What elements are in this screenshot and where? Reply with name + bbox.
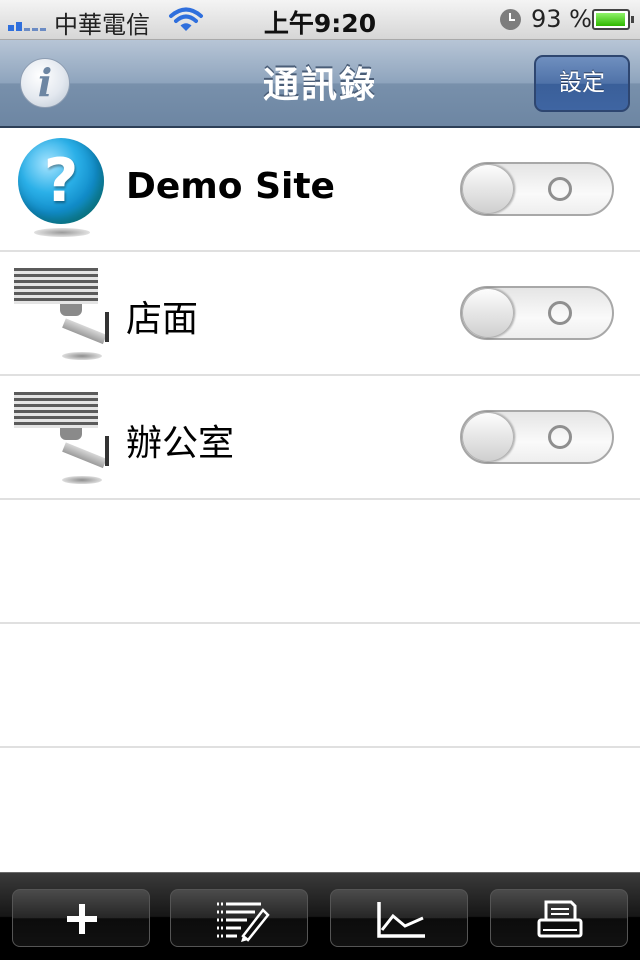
site-name: 店面: [126, 299, 199, 340]
chart-button[interactable]: [330, 889, 468, 947]
add-button[interactable]: [12, 889, 150, 947]
site-toggle-switch[interactable]: [460, 410, 614, 464]
help-globe-icon: ?: [12, 136, 112, 242]
signal-bars-icon: [8, 13, 52, 31]
list-item-storefront[interactable]: 店面: [0, 252, 640, 376]
security-camera-icon: [12, 384, 112, 490]
wifi-icon: [169, 7, 203, 31]
alarm-clock-icon: [500, 9, 521, 30]
empty-list-row: [0, 500, 640, 624]
chart-icon: [377, 902, 425, 938]
toggle-knob: [462, 164, 514, 214]
site-toggle-switch[interactable]: [460, 286, 614, 340]
toggle-off-indicator: [548, 425, 572, 449]
toggle-off-indicator: [548, 301, 572, 325]
site-name: 辦公室: [126, 423, 235, 464]
battery-level-fill: [596, 13, 625, 26]
carrier-name: 中華電信: [54, 11, 150, 39]
toggle-off-indicator: [548, 177, 572, 201]
settings-button[interactable]: 設定: [534, 55, 630, 112]
bottom-toolbar: [0, 872, 640, 960]
navigation-bar: i 通訊錄 設定: [0, 40, 640, 128]
list-item-demo-site[interactable]: ? Demo Site: [0, 128, 640, 252]
site-name: Demo Site: [126, 166, 335, 207]
empty-list-row: [0, 624, 640, 748]
status-bar: 中華電信 上午9:20 93 %: [0, 0, 640, 40]
empty-list-row: [0, 748, 640, 872]
list-item-office[interactable]: 辦公室: [0, 376, 640, 500]
info-icon[interactable]: i: [20, 58, 70, 108]
battery-percent: 93 %: [531, 5, 592, 33]
add-icon: [67, 904, 97, 934]
security-camera-icon: [12, 260, 112, 366]
site-list: ? Demo Site 店面 辦公室: [0, 128, 640, 872]
print-icon: [537, 900, 583, 938]
edit-list-button[interactable]: [170, 889, 308, 947]
site-toggle-switch[interactable]: [460, 162, 614, 216]
toggle-knob: [462, 288, 514, 338]
battery-icon: [592, 9, 634, 30]
toggle-knob: [462, 412, 514, 462]
print-button[interactable]: [490, 889, 628, 947]
edit-list-icon: [217, 902, 270, 942]
